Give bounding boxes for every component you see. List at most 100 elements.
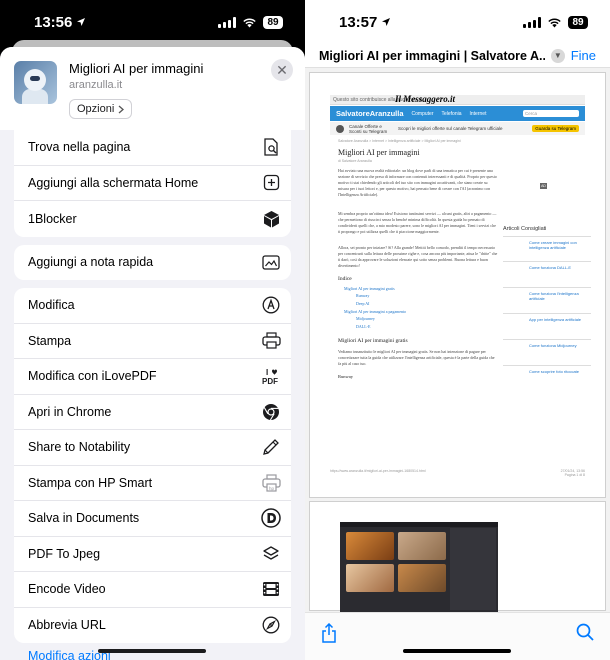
pdf-preview-screen: 13:57 89 Migliori AI per immagini | Salv… xyxy=(305,0,610,660)
pencil-icon xyxy=(261,437,281,457)
sidebar-link: Come funziona l'intelligenza artificiale xyxy=(503,287,591,301)
index-title: Indice xyxy=(338,276,352,282)
sidebar-link: Come funziona Midjourney xyxy=(503,339,591,348)
status-time: 13:57 xyxy=(339,14,391,31)
action-find-in-page[interactable]: Trova nella pagina xyxy=(14,130,291,166)
cube-icon xyxy=(261,209,281,229)
article-author: di Salvatore Aranzulla xyxy=(338,159,372,163)
action-markup[interactable]: Modifica xyxy=(14,288,291,324)
site-brand: SalvatoreAranzulla xyxy=(336,109,404,118)
compass-icon xyxy=(261,615,281,635)
share-sheet: Migliori AI per immagini aranzulla.it Op… xyxy=(0,47,305,660)
section-title: Migliori AI per immagini gratis xyxy=(338,338,408,344)
markup-pen-icon xyxy=(261,295,281,315)
status-bar: 13:56 89 xyxy=(0,0,305,44)
action-shorten-url[interactable]: Abbrevia URL xyxy=(14,608,291,644)
printer-icon xyxy=(261,331,281,351)
wifi-icon xyxy=(243,18,256,27)
share-header: Migliori AI per immagini aranzulla.it Op… xyxy=(0,47,305,130)
battery-icon: 89 xyxy=(263,15,283,29)
index-link: Deep AI xyxy=(356,301,370,306)
action-print[interactable]: Stampa xyxy=(14,324,291,359)
index-link: Runway xyxy=(356,293,370,298)
sidebar-link: Come scoprire foto ritoccate xyxy=(503,365,591,374)
telegram-promo: Canale Offerte e Sconti su Telegram Scop… xyxy=(330,122,585,135)
action-add-to-home-screen[interactable]: Aggiungi alla schermata Home xyxy=(14,166,291,201)
share-url: aranzulla.it xyxy=(69,79,123,91)
close-icon: ✕ xyxy=(276,62,288,78)
documents-d-icon xyxy=(261,508,281,528)
svg-text:PDF: PDF xyxy=(262,377,278,385)
ilovepdf-icon: I PDF xyxy=(261,366,281,386)
sidebar-title: Articoli Consigliati xyxy=(503,226,547,232)
action-open-in-chrome[interactable]: Apri in Chrome xyxy=(14,395,291,430)
avatar xyxy=(336,124,344,133)
pdf-page-1[interactable]: Questo sito contribuisce alla audience d… xyxy=(309,72,606,498)
preview-navbar: SalvatoreAranzulla Computer Telefonia In… xyxy=(330,106,585,121)
options-button[interactable]: Opzioni xyxy=(69,99,133,119)
cellular-signal-icon xyxy=(218,16,236,28)
subsection-title: Runway xyxy=(338,374,353,379)
chrome-icon xyxy=(261,402,281,422)
newspaper-logo: Il Messaggero.it xyxy=(395,94,456,104)
nav-internet: Internet xyxy=(469,110,487,117)
ad-badge: AD xyxy=(540,183,547,189)
actions-group-2: Aggiungi a nota rapida xyxy=(14,244,291,281)
nav-telefonia: Telefonia xyxy=(441,110,462,117)
actions-group-1: Trova nella pagina Aggiungi alla scherma… xyxy=(14,130,291,237)
chevron-right-icon xyxy=(118,105,125,113)
cellular-signal-icon xyxy=(523,16,541,28)
action-hp-smart[interactable]: Stampa con HP Smart hp xyxy=(14,466,291,501)
layers-icon xyxy=(261,544,281,564)
share-sheet-screen: 13:56 89 Migliori AI per immagini aranzu… xyxy=(0,0,305,660)
find-in-page-icon xyxy=(261,137,281,157)
article-paragraph: Mi sembra proprio un'ottima idea! Esisto… xyxy=(338,211,497,234)
nav-computer: Computer xyxy=(411,110,434,117)
article-paragraph: Vediamo innanzitutto le migliori AI per … xyxy=(338,349,495,366)
search-icon[interactable] xyxy=(576,623,594,646)
sidebar-link: Come funziona DALL-E xyxy=(503,261,591,270)
action-save-in-documents[interactable]: Salva in Documents xyxy=(14,501,291,537)
sidebar-link: Come creare immagini con intelligenza ar… xyxy=(503,236,591,250)
screenshot-image xyxy=(340,522,498,612)
preview-header: Migliori AI per immagini | Salvatore A..… xyxy=(305,44,610,68)
article-heading: Migliori AI per immagini xyxy=(338,148,420,157)
svg-text:hp: hp xyxy=(269,486,275,491)
preview-search: Cerca xyxy=(523,110,579,117)
index-link: DALL-E xyxy=(356,324,371,329)
action-1blocker[interactable]: 1Blocker xyxy=(14,201,291,237)
done-button[interactable]: Fine xyxy=(571,48,596,63)
wifi-icon xyxy=(548,18,561,27)
pdf-page-2[interactable] xyxy=(309,501,606,612)
sidebar-link: App per intelligenza artificiale xyxy=(503,313,591,322)
battery-icon: 89 xyxy=(568,15,588,29)
page-footer: https://www.aranzulla.it/migliori-ai-per… xyxy=(330,469,585,477)
status-bar: 13:57 89 xyxy=(305,0,610,44)
action-quick-note[interactable]: Aggiungi a nota rapida xyxy=(14,245,291,281)
action-ilovepdf[interactable]: Modifica con iLovePDF I PDF xyxy=(14,359,291,395)
index-link: Midjourney xyxy=(356,316,375,321)
location-arrow-icon xyxy=(382,18,391,26)
action-share-to-notability[interactable]: Share to Notability xyxy=(14,430,291,466)
index-link: Migliori AI per immagini gratis xyxy=(344,286,395,291)
film-icon xyxy=(261,579,281,599)
status-time: 13:56 xyxy=(34,14,86,31)
close-button[interactable]: ✕ xyxy=(271,59,293,81)
add-square-icon xyxy=(261,173,281,193)
action-pdf-to-jpeg[interactable]: PDF To Jpeg xyxy=(14,537,291,572)
share-title: Migliori AI per immagini xyxy=(69,61,204,76)
home-indicator xyxy=(403,649,511,653)
svg-text:I: I xyxy=(266,368,268,377)
quick-note-icon xyxy=(261,252,281,272)
home-indicator xyxy=(98,649,206,653)
actions-group-3: Modifica Stampa Modifica con iLovePDF IP… xyxy=(14,288,291,643)
action-encode-video[interactable]: Encode Video xyxy=(14,572,291,608)
chevron-down-icon[interactable]: ▼ xyxy=(550,48,565,63)
preview-title[interactable]: Migliori AI per immagini | Salvatore A..… xyxy=(319,49,545,63)
article-paragraph: Hai avviato una nuova realtà editoriale:… xyxy=(338,168,497,197)
hp-printer-icon: hp xyxy=(261,473,281,493)
location-arrow-icon xyxy=(77,18,86,26)
share-icon[interactable] xyxy=(321,622,337,648)
article-paragraph: Allora, sei pronto per iniziare? Sì? All… xyxy=(338,245,498,268)
index-link: Migliori AI per immagini a pagamento xyxy=(344,309,407,314)
